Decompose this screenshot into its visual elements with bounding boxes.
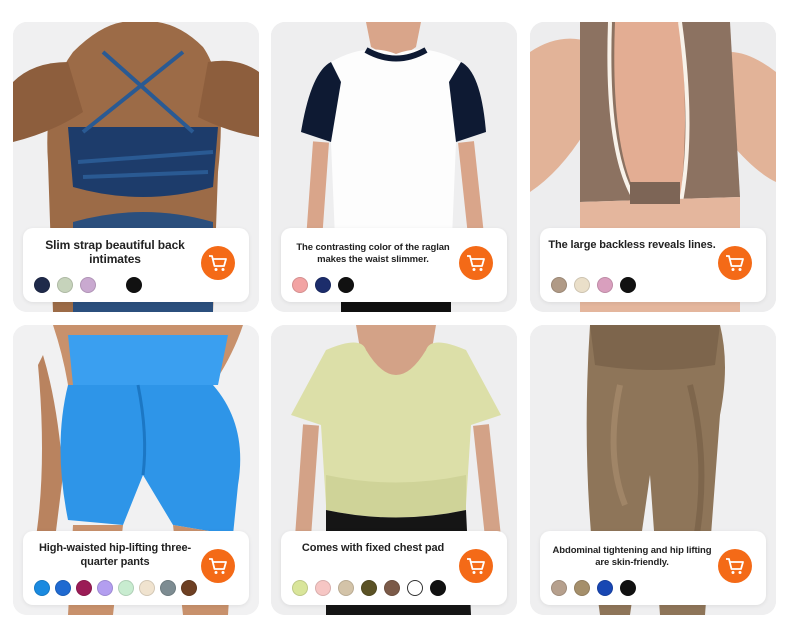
shopping-cart-icon bbox=[209, 255, 227, 271]
product-info-panel: The contrasting color of the raglan make… bbox=[281, 228, 507, 302]
product-info-panel: Comes with fixed chest pad bbox=[281, 531, 507, 605]
color-swatch[interactable] bbox=[118, 580, 134, 596]
color-swatch[interactable] bbox=[574, 277, 590, 293]
color-swatch[interactable] bbox=[597, 277, 613, 293]
product-title[interactable]: The large backless reveals lines. bbox=[548, 238, 716, 252]
product-info-panel: The large backless reveals lines. bbox=[540, 228, 766, 302]
color-swatch[interactable] bbox=[551, 580, 567, 596]
product-card-3[interactable]: The large backless reveals lines. bbox=[530, 22, 776, 312]
shopping-cart-icon bbox=[467, 558, 485, 574]
color-swatches bbox=[34, 277, 142, 293]
shopping-cart-icon bbox=[467, 255, 485, 271]
color-swatch[interactable] bbox=[181, 580, 197, 596]
color-swatch[interactable] bbox=[97, 580, 113, 596]
color-swatches bbox=[292, 277, 354, 293]
color-swatch[interactable] bbox=[315, 580, 331, 596]
add-to-cart-button[interactable] bbox=[201, 549, 235, 583]
product-title[interactable]: Comes with fixed chest pad bbox=[289, 541, 457, 555]
color-swatch[interactable] bbox=[126, 277, 142, 293]
color-swatch[interactable] bbox=[407, 580, 423, 596]
color-swatch[interactable] bbox=[57, 277, 73, 293]
color-swatch[interactable] bbox=[76, 580, 92, 596]
color-swatch[interactable] bbox=[315, 277, 331, 293]
color-swatch[interactable] bbox=[80, 277, 96, 293]
add-to-cart-button[interactable] bbox=[718, 246, 752, 280]
color-swatches bbox=[292, 580, 446, 596]
shopping-cart-icon bbox=[209, 558, 227, 574]
shopping-cart-icon bbox=[726, 255, 744, 271]
color-swatch[interactable] bbox=[34, 580, 50, 596]
product-info-panel: Abdominal tightening and hip lifting are… bbox=[540, 531, 766, 605]
product-title[interactable]: Abdominal tightening and hip lifting are… bbox=[548, 545, 716, 569]
color-swatch[interactable] bbox=[160, 580, 176, 596]
product-title[interactable]: Slim strap beautiful back intimates bbox=[31, 238, 199, 266]
color-swatch[interactable] bbox=[361, 580, 377, 596]
add-to-cart-button[interactable] bbox=[718, 549, 752, 583]
product-card-4[interactable]: High-waisted hip-lifting three-quarter p… bbox=[13, 325, 259, 615]
color-swatch[interactable] bbox=[34, 277, 50, 293]
product-info-panel: High-waisted hip-lifting three-quarter p… bbox=[23, 531, 249, 605]
color-swatches bbox=[551, 277, 636, 293]
product-card-1[interactable]: Slim strap beautiful back intimates bbox=[13, 22, 259, 312]
color-swatches bbox=[34, 580, 197, 596]
color-swatch[interactable] bbox=[551, 277, 567, 293]
product-grid: Slim strap beautiful back intimates The … bbox=[0, 0, 790, 643]
color-swatches bbox=[551, 580, 636, 596]
color-swatch[interactable] bbox=[574, 580, 590, 596]
color-swatch[interactable] bbox=[103, 277, 119, 293]
add-to-cart-button[interactable] bbox=[459, 246, 493, 280]
product-title[interactable]: The contrasting color of the raglan make… bbox=[289, 242, 457, 266]
add-to-cart-button[interactable] bbox=[201, 246, 235, 280]
color-swatch[interactable] bbox=[620, 580, 636, 596]
color-swatch[interactable] bbox=[292, 277, 308, 293]
add-to-cart-button[interactable] bbox=[459, 549, 493, 583]
color-swatch[interactable] bbox=[384, 580, 400, 596]
product-title[interactable]: High-waisted hip-lifting three-quarter p… bbox=[31, 541, 199, 569]
shopping-cart-icon bbox=[726, 558, 744, 574]
product-card-2[interactable]: The contrasting color of the raglan make… bbox=[271, 22, 517, 312]
color-swatch[interactable] bbox=[55, 580, 71, 596]
color-swatch[interactable] bbox=[338, 277, 354, 293]
color-swatch[interactable] bbox=[597, 580, 613, 596]
color-swatch[interactable] bbox=[430, 580, 446, 596]
color-swatch[interactable] bbox=[338, 580, 354, 596]
product-info-panel: Slim strap beautiful back intimates bbox=[23, 228, 249, 302]
product-card-5[interactable]: Comes with fixed chest pad bbox=[271, 325, 517, 615]
color-swatch[interactable] bbox=[139, 580, 155, 596]
color-swatch[interactable] bbox=[620, 277, 636, 293]
color-swatch[interactable] bbox=[292, 580, 308, 596]
product-card-6[interactable]: Abdominal tightening and hip lifting are… bbox=[530, 325, 776, 615]
